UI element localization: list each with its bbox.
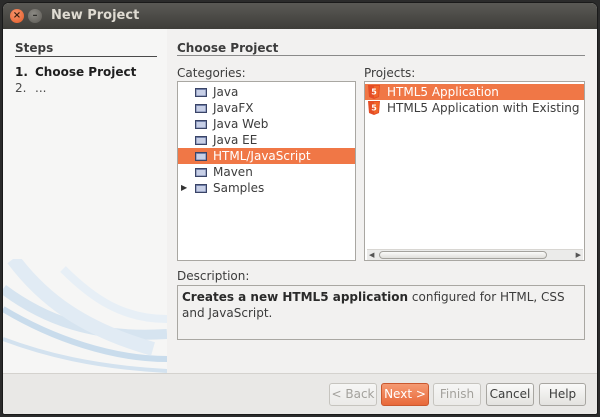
close-icon[interactable]: ×	[10, 9, 24, 23]
categories-tree[interactable]: Java JavaFX Java Web Java EE HTML/JavaSc…	[177, 81, 356, 261]
expand-arrow-icon[interactable]: ▶	[181, 180, 187, 196]
button-bar: < Back Next > Finish Cancel Help	[3, 373, 597, 414]
folder-icon	[195, 152, 207, 161]
tree-item-label: Maven	[213, 165, 253, 179]
folder-icon	[195, 136, 207, 145]
steps-title: Steps	[15, 41, 54, 55]
window-title: New Project	[51, 8, 140, 23]
divider	[177, 55, 585, 56]
step-number: 1.	[15, 65, 28, 79]
step-item: 2....	[15, 81, 46, 95]
folder-icon	[195, 88, 207, 97]
tree-item-java[interactable]: Java	[178, 84, 355, 100]
list-item-html5-application[interactable]: 5 HTML5 Application	[365, 84, 584, 100]
svg-text:5: 5	[371, 88, 377, 97]
cancel-button[interactable]: Cancel	[486, 383, 534, 406]
divider	[15, 56, 157, 57]
page-title: Choose Project	[177, 41, 279, 55]
list-item-label: HTML5 Application with Existing So	[387, 101, 585, 115]
step-number: 2.	[15, 81, 27, 95]
folder-icon	[195, 168, 207, 177]
next-button[interactable]: Next >	[381, 383, 429, 406]
step-label: ...	[35, 81, 47, 95]
steps-panel: Steps 1. Choose Project 2....	[3, 29, 167, 373]
tree-item-java-web[interactable]: Java Web	[178, 116, 355, 132]
folder-icon	[195, 120, 207, 129]
tree-item-label: HTML/JavaScript	[213, 149, 311, 163]
list-item-html5-existing-sources[interactable]: 5 HTML5 Application with Existing So	[365, 100, 584, 116]
svg-text:5: 5	[371, 104, 377, 113]
minimize-icon[interactable]: –	[28, 9, 42, 23]
step-item: 1. Choose Project	[15, 65, 136, 79]
html5-icon: 5	[368, 101, 380, 115]
tree-item-html-javascript[interactable]: HTML/JavaScript	[178, 148, 355, 164]
tree-item-java-ee[interactable]: Java EE	[178, 132, 355, 148]
tree-item-samples[interactable]: ▶ Samples	[178, 180, 355, 196]
horizontal-scrollbar[interactable]: ◀ ▶	[367, 249, 583, 260]
finish-button[interactable]: Finish	[433, 383, 481, 406]
title-bar: × – New Project	[3, 3, 597, 29]
decorative-swoosh-art	[3, 259, 167, 373]
tree-item-label: JavaFX	[213, 101, 254, 115]
projects-label: Projects:	[364, 66, 416, 80]
tree-item-label: Samples	[213, 181, 265, 195]
new-project-dialog: × – New Project Steps 1. Choose Project 2…	[3, 3, 597, 414]
html5-icon: 5	[368, 85, 380, 99]
tree-item-label: Java Web	[213, 117, 269, 131]
projects-list[interactable]: 5 HTML5 Application 5 HTML5 Application …	[364, 81, 585, 261]
categories-label: Categories:	[177, 66, 246, 80]
scrollbar-thumb[interactable]	[379, 251, 547, 259]
folder-icon	[195, 184, 207, 193]
tree-item-javafx[interactable]: JavaFX	[178, 100, 355, 116]
description-label: Description:	[177, 269, 250, 283]
list-item-label: HTML5 Application	[387, 85, 499, 99]
tree-item-maven[interactable]: Maven	[178, 164, 355, 180]
step-label: Choose Project	[35, 65, 137, 79]
description-text: Creates a new HTML5 application configur…	[177, 285, 585, 340]
description-bold: Creates a new HTML5 application	[182, 290, 409, 304]
folder-icon	[195, 104, 207, 113]
back-button[interactable]: < Back	[329, 383, 377, 406]
scroll-right-icon[interactable]: ▶	[576, 250, 581, 260]
scroll-left-icon[interactable]: ◀	[369, 250, 374, 260]
help-button[interactable]: Help	[539, 383, 586, 406]
tree-item-label: Java	[213, 85, 239, 99]
tree-item-label: Java EE	[213, 133, 258, 147]
